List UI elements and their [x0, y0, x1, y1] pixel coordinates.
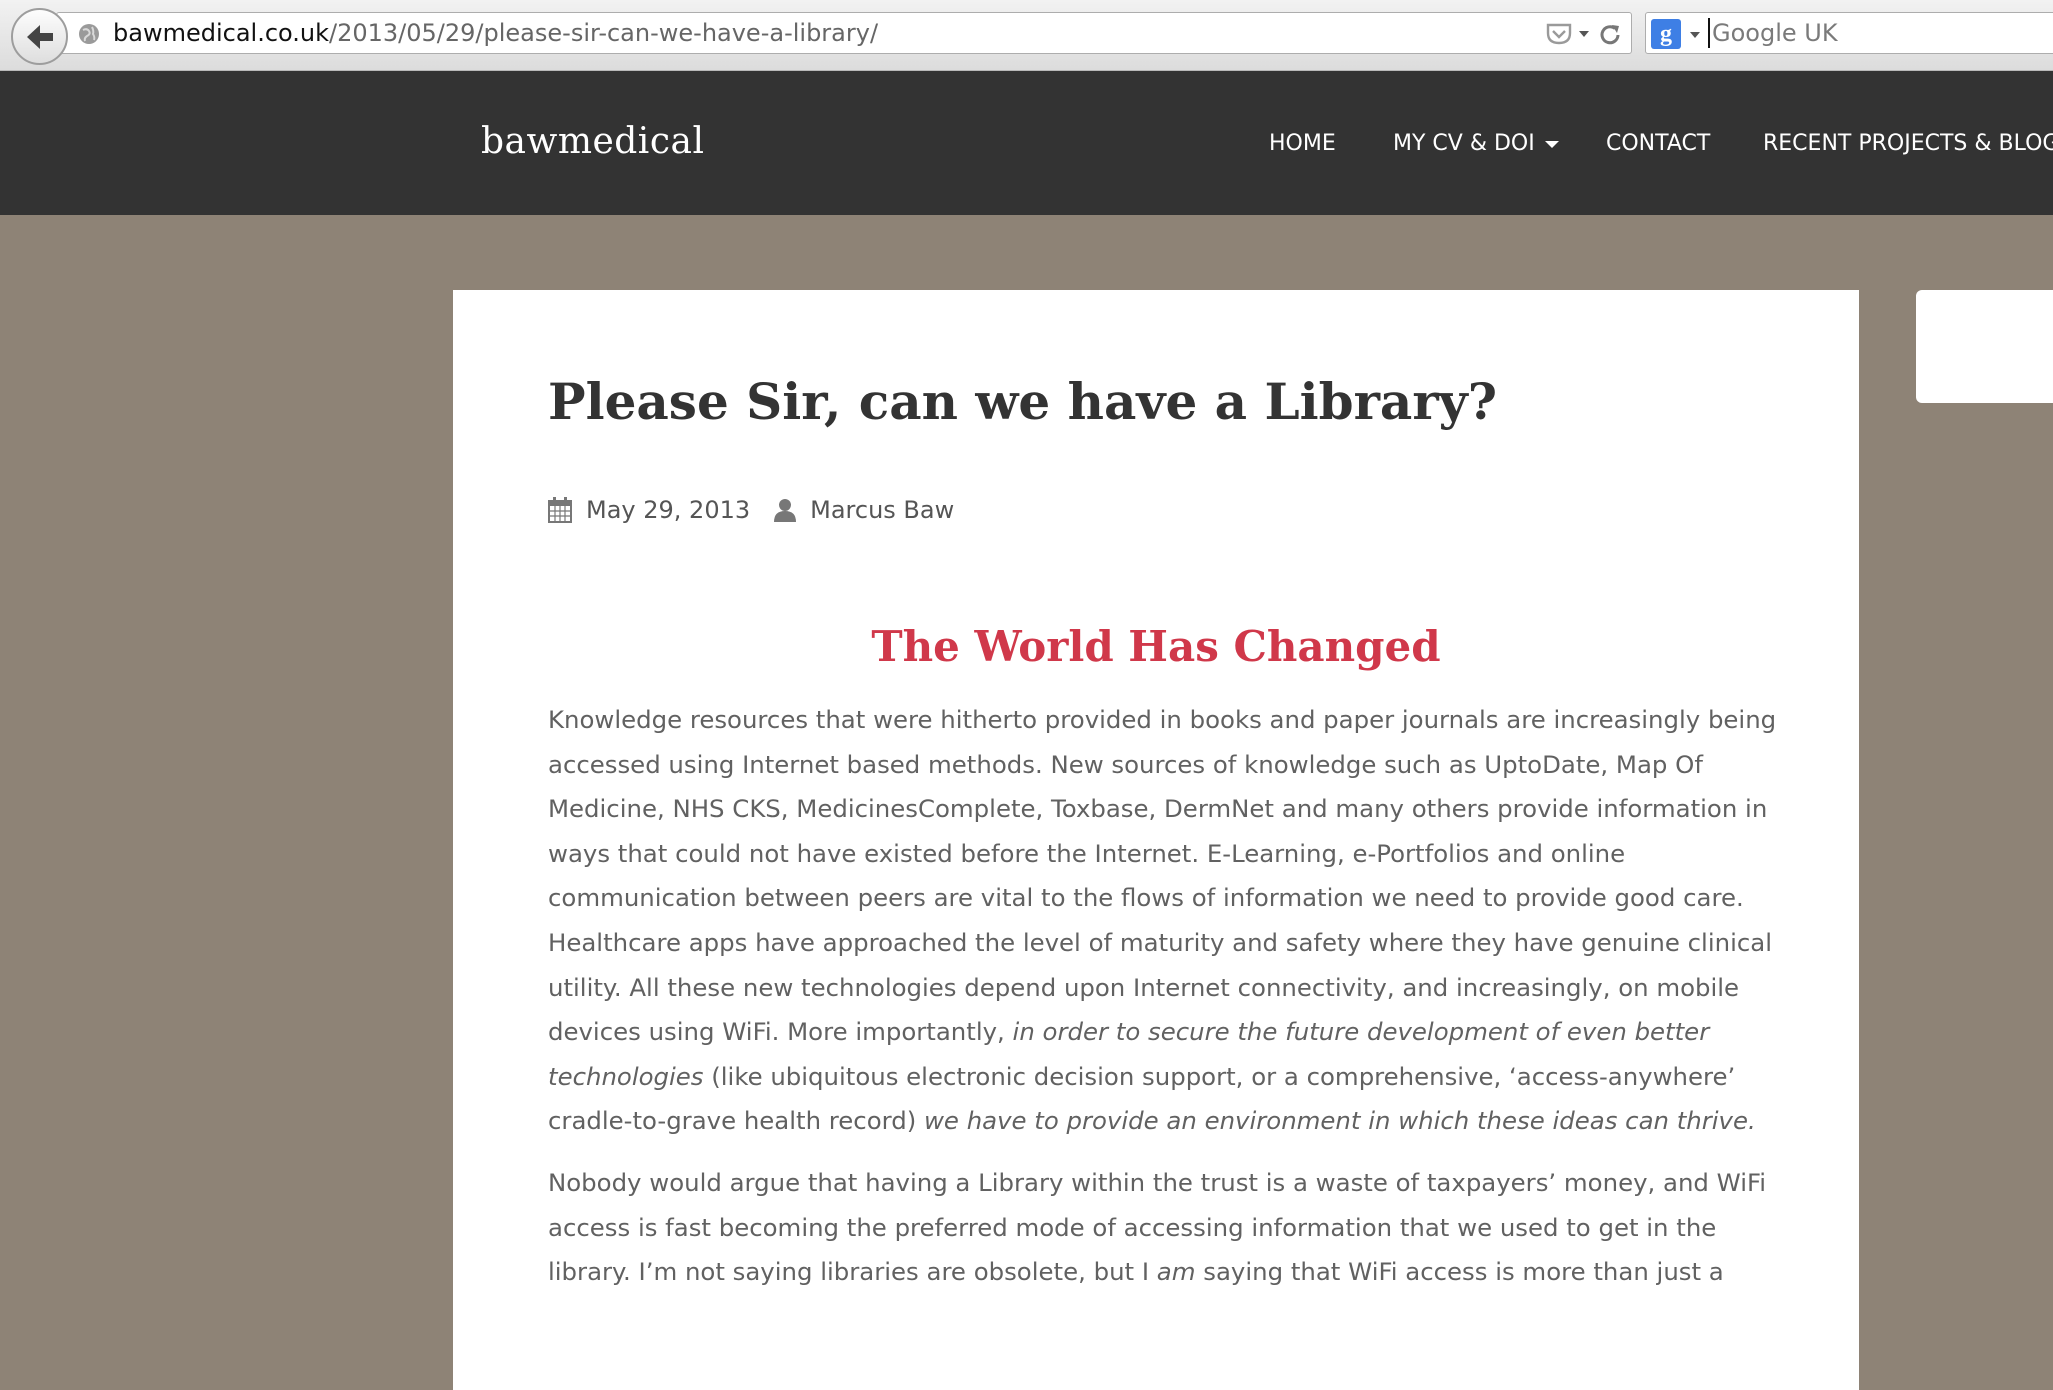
nav-item-label: RECENT PROJECTS & BLOG [1763, 131, 2053, 156]
post-author[interactable]: Marcus Baw [810, 496, 954, 524]
post-date[interactable]: May 29, 2013 [586, 496, 750, 524]
sidebar-widget [1916, 290, 2053, 403]
text-run: Knowledge resources that were hitherto p… [548, 705, 1777, 1047]
search-box[interactable]: g [1645, 12, 2053, 54]
url-domain: bawmedical.co.uk [113, 19, 330, 47]
google-g-icon[interactable]: g [1651, 19, 1681, 49]
back-arrow-icon[interactable] [11, 8, 68, 65]
site-header: bawmedical HOME MY CV & DOI CONTACT RECE… [0, 71, 2053, 215]
caret-down-icon [1544, 140, 1559, 148]
nav-item-home[interactable]: HOME [1269, 131, 1336, 156]
text-run: saying that WiFi access is more than jus… [1195, 1257, 1724, 1287]
nav-item-label: MY CV & DOI [1393, 131, 1535, 156]
paragraph: Nobody would argue that having a Library… [548, 1161, 1784, 1295]
italic-run: am [1156, 1257, 1196, 1287]
browser-toolbar: bawmedical.co.uk/2013/05/29/please-sir-c… [0, 0, 2053, 71]
url-path: /2013/05/29/please-sir-can-we-have-a-lib… [329, 19, 879, 47]
globe-icon [79, 24, 99, 44]
pocket-icon[interactable] [1545, 22, 1573, 46]
chevron-down-icon[interactable] [1690, 32, 1700, 38]
nav-item-label: HOME [1269, 131, 1336, 156]
reload-icon[interactable] [1597, 22, 1623, 48]
nav-item-cv-doi[interactable]: MY CV & DOI [1393, 131, 1559, 156]
url-text: bawmedical.co.uk/2013/05/29/please-sir-c… [113, 19, 878, 47]
calendar-icon [548, 497, 572, 523]
search-input[interactable] [1708, 18, 2048, 48]
chevron-down-icon[interactable] [1579, 31, 1589, 37]
nav-item-contact[interactable]: CONTACT [1606, 131, 1710, 156]
italic-run: we have to provide an environment in whi… [923, 1106, 1756, 1136]
user-icon [774, 499, 797, 522]
section-heading: The World Has Changed [871, 622, 1441, 671]
url-bar[interactable]: bawmedical.co.uk/2013/05/29/please-sir-c… [56, 12, 1632, 54]
post-title: Please Sir, can we have a Library? [548, 372, 1498, 431]
post-meta: May 29, 2013 Marcus Baw [548, 496, 954, 524]
site-title[interactable]: bawmedical [481, 121, 704, 162]
post-card: Please Sir, can we have a Library? May 2… [453, 290, 1859, 1390]
paragraph: Knowledge resources that were hitherto p… [548, 698, 1784, 1144]
post-body: Knowledge resources that were hitherto p… [548, 698, 1784, 1295]
nav-item-recent-projects-blog[interactable]: RECENT PROJECTS & BLOG [1763, 131, 2053, 156]
nav-item-label: CONTACT [1606, 131, 1711, 156]
